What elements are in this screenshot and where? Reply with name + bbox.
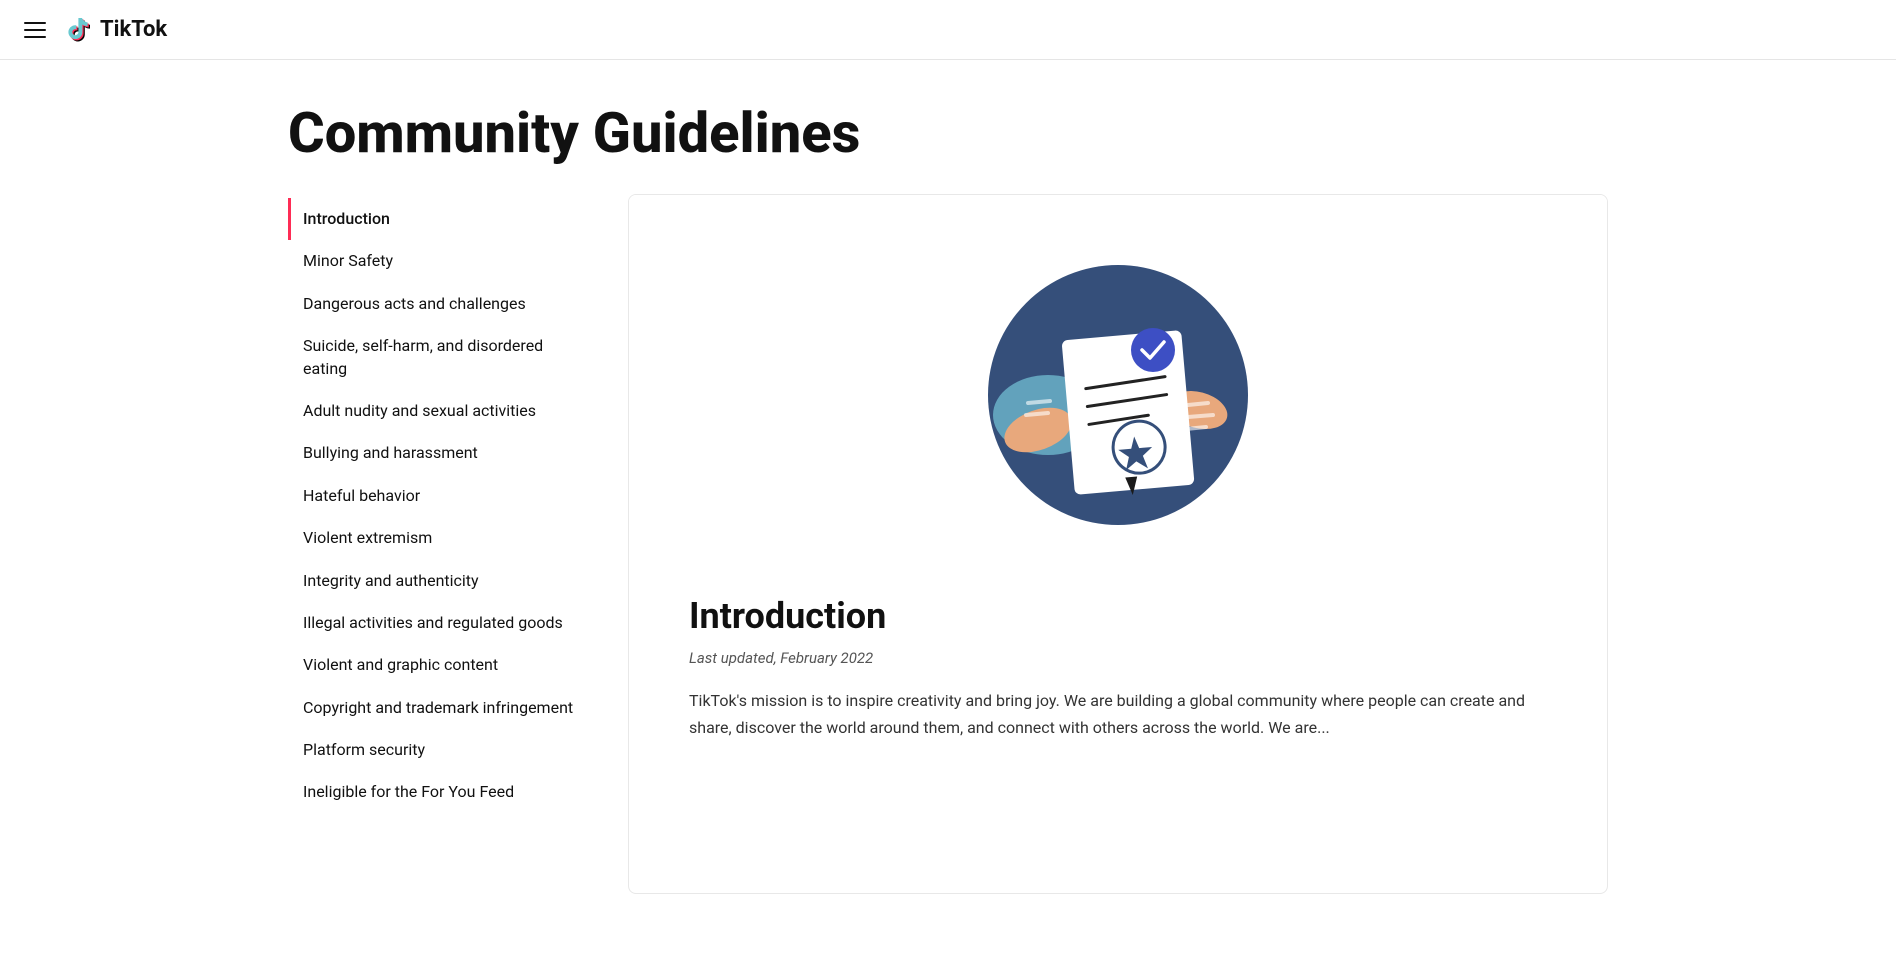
page-container: Community Guidelines IntroductionMinor S… — [248, 60, 1648, 894]
sidebar-item-introduction[interactable]: Introduction — [288, 198, 588, 240]
sidebar-item-platform-security[interactable]: Platform security — [288, 729, 588, 771]
logo[interactable]: TikTok — [62, 14, 167, 46]
content-date: Last updated, February 2022 — [689, 649, 1547, 667]
content-layout: IntroductionMinor SafetyDangerous acts a… — [288, 194, 1608, 894]
content-body-text: TikTok's mission is to inspire creativit… — [689, 687, 1547, 741]
sidebar-item-illegal-activities[interactable]: Illegal activities and regulated goods — [288, 602, 588, 644]
community-guidelines-illustration — [978, 255, 1258, 535]
content-section-heading: Introduction — [689, 595, 1547, 637]
sidebar-item-ineligible[interactable]: Ineligible for the For You Feed — [288, 771, 588, 813]
sidebar-item-violent-extremism[interactable]: Violent extremism — [288, 517, 588, 559]
sidebar-item-suicide-self-harm[interactable]: Suicide, self-harm, and disordered eatin… — [288, 325, 588, 390]
sidebar: IntroductionMinor SafetyDangerous acts a… — [288, 194, 588, 814]
menu-button[interactable] — [24, 22, 46, 38]
page-title: Community Guidelines — [288, 60, 1608, 194]
main-content-panel: Introduction Last updated, February 2022… — [628, 194, 1608, 894]
tiktok-logo-icon — [62, 14, 94, 46]
sidebar-item-adult-nudity[interactable]: Adult nudity and sexual activities — [288, 390, 588, 432]
header: TikTok — [0, 0, 1896, 60]
illustration-area — [629, 195, 1607, 575]
sidebar-item-violent-graphic[interactable]: Violent and graphic content — [288, 644, 588, 686]
sidebar-item-hateful[interactable]: Hateful behavior — [288, 475, 588, 517]
sidebar-item-dangerous-acts[interactable]: Dangerous acts and challenges — [288, 283, 588, 325]
content-text-area: Introduction Last updated, February 2022… — [629, 575, 1607, 801]
logo-label: TikTok — [100, 17, 167, 42]
sidebar-item-integrity[interactable]: Integrity and authenticity — [288, 560, 588, 602]
sidebar-item-bullying[interactable]: Bullying and harassment — [288, 432, 588, 474]
sidebar-item-minor-safety[interactable]: Minor Safety — [288, 240, 588, 282]
sidebar-item-copyright[interactable]: Copyright and trademark infringement — [288, 687, 588, 729]
